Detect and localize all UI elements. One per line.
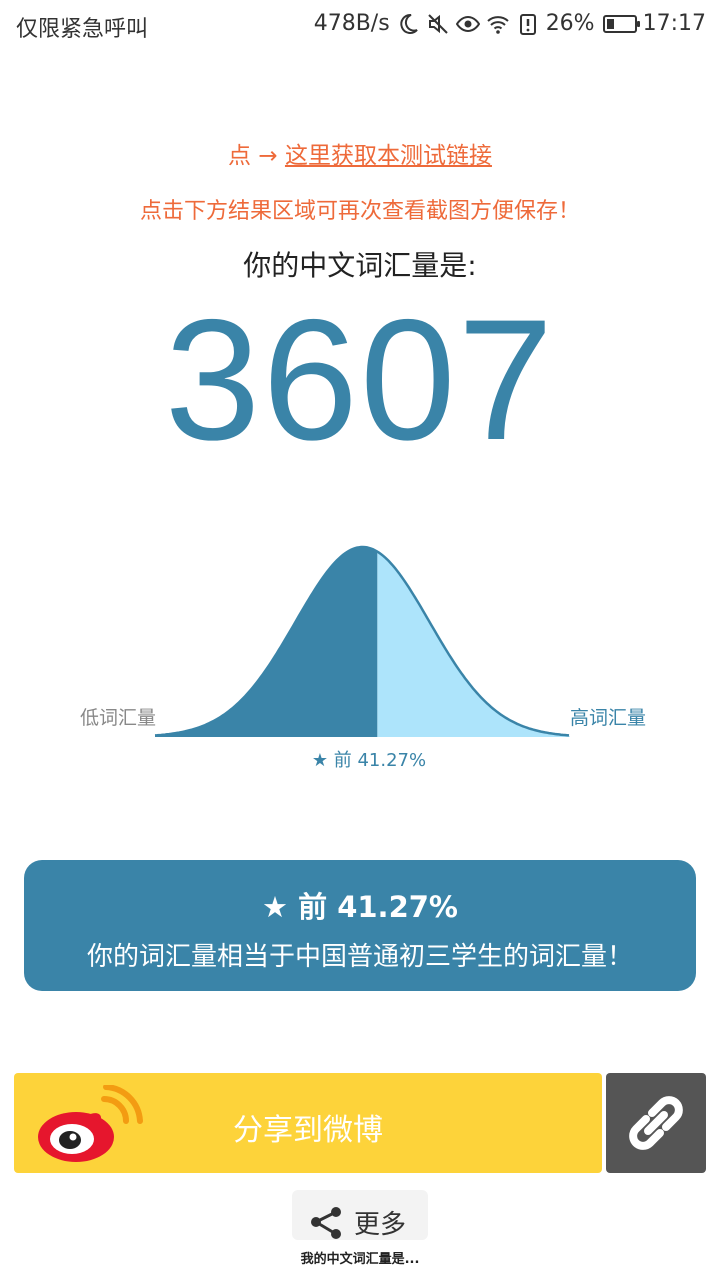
network-speed: 478B/s: [313, 11, 390, 36]
toast-text: 我的中文词汇量是...: [0, 1244, 720, 1280]
card-description: 你的词汇量相当于中国普通初三学生的词汇量！: [86, 942, 633, 972]
more-share-button[interactable]: 更多: [292, 1190, 428, 1240]
result-label: 你的中文词汇量是:: [243, 249, 477, 282]
copy-link-button[interactable]: [606, 1073, 706, 1173]
mute-icon: [427, 13, 448, 34]
screenshot-hint: 点击下方结果区域可再次查看截图方便保存！: [139, 199, 580, 224]
more-label: 更多: [354, 1210, 407, 1240]
moon-icon: [400, 13, 418, 34]
curve-area-remaining: [377, 551, 570, 737]
battery-alert-icon: [519, 13, 536, 35]
share-icon: [311, 1207, 341, 1239]
result-card[interactable]: ★ 前 41.27% 你的词汇量相当于中国普通初三学生的词汇量！: [24, 860, 696, 991]
wifi-icon: [487, 15, 509, 34]
test-link-line: 点 → 这里获取本测试链接: [0, 136, 720, 170]
share-weibo-button[interactable]: 分享到微博: [14, 1073, 602, 1173]
curve-area-filled: [155, 547, 378, 737]
battery-percent: 26%: [545, 11, 595, 36]
status-bar: 仅限紧急呼叫 478B/s 26% 17:17: [0, 0, 720, 50]
percentile-marker: ★ 前 41.27%: [312, 750, 426, 771]
battery-fill: [606, 18, 614, 29]
high-vocabulary-label: 高词汇量: [570, 707, 646, 729]
distribution-chart[interactable]: 低词汇量 高词汇量 ★ 前 41.27%: [0, 520, 720, 800]
link-icon: [629, 1096, 683, 1150]
eye-icon: [455, 15, 480, 32]
emergency-calls-only: 仅限紧急呼叫: [16, 17, 149, 42]
battery-icon: [602, 14, 640, 33]
clock: 17:17: [642, 11, 706, 36]
link-prefix: 点 →: [228, 143, 285, 169]
vocabulary-count[interactable]: 3607: [0, 290, 720, 470]
low-vocabulary-label: 低词汇量: [80, 707, 156, 729]
get-test-link[interactable]: 这里获取本测试链接: [285, 143, 492, 169]
card-rank: ★ 前 41.27%: [262, 890, 458, 924]
share-weibo-label: 分享到微博: [233, 1113, 383, 1148]
